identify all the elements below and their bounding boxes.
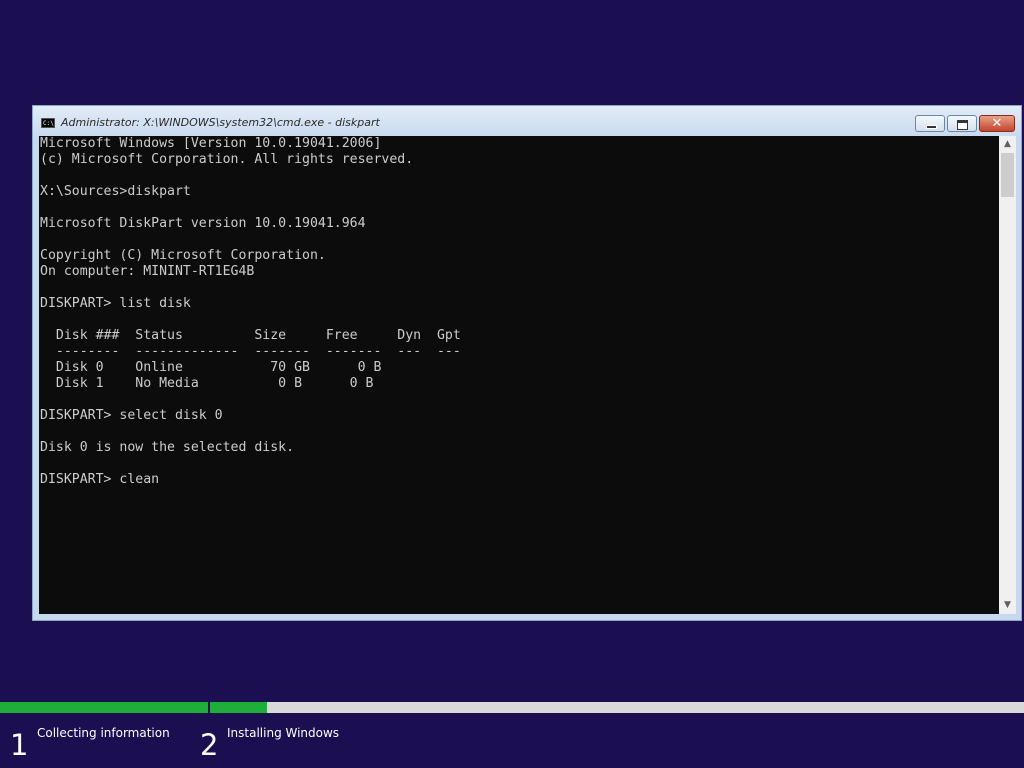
title-bar[interactable]: C:\ Administrator: X:\WINDOWS\system32\c… bbox=[33, 106, 1021, 138]
maximize-icon bbox=[957, 120, 968, 130]
progress-segment-collecting bbox=[0, 702, 208, 713]
window-title: Administrator: X:\WINDOWS\system32\cmd.e… bbox=[61, 116, 380, 129]
maximize-button[interactable] bbox=[947, 115, 977, 132]
scroll-up-icon[interactable]: ▲ bbox=[999, 136, 1016, 153]
minimize-icon bbox=[926, 125, 937, 129]
cmd-console-icon: C:\ bbox=[41, 118, 55, 128]
close-button[interactable]: ✕ bbox=[979, 115, 1015, 132]
console-text: Microsoft Windows [Version 10.0.19041.20… bbox=[40, 136, 461, 487]
vertical-scrollbar[interactable]: ▲ ▼ bbox=[999, 136, 1016, 614]
minimize-button[interactable] bbox=[915, 115, 945, 132]
step-label: Collecting information bbox=[37, 726, 170, 740]
step-label: Installing Windows bbox=[227, 726, 340, 740]
scroll-down-icon[interactable]: ▼ bbox=[999, 597, 1016, 614]
setup-progress-bar bbox=[0, 702, 1024, 713]
progress-fill-installing bbox=[210, 702, 267, 713]
console-output[interactable]: Microsoft Windows [Version 10.0.19041.20… bbox=[39, 136, 999, 614]
progress-fill-collecting bbox=[0, 702, 208, 713]
progress-segment-installing bbox=[210, 702, 1024, 713]
scroll-thumb[interactable] bbox=[1001, 153, 1014, 197]
close-icon: ✕ bbox=[991, 116, 1003, 131]
cmd-window[interactable]: C:\ Administrator: X:\WINDOWS\system32\c… bbox=[32, 105, 1022, 621]
step-number: 2 bbox=[200, 728, 219, 762]
step-number: 1 bbox=[10, 728, 29, 762]
